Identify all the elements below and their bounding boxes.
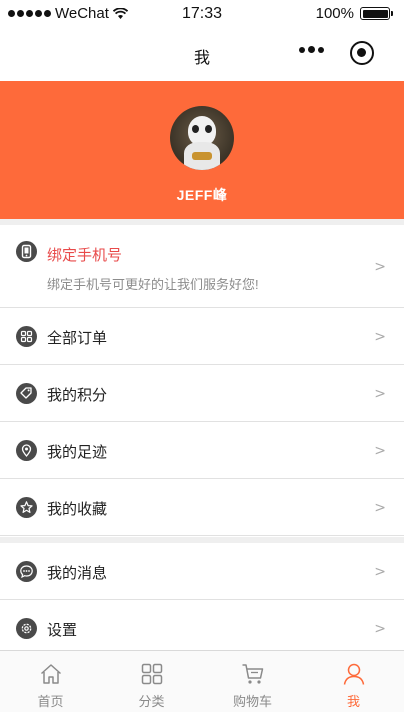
grid-icon bbox=[16, 326, 37, 347]
page-title: 我 bbox=[193, 50, 210, 67]
avatar[interactable] bbox=[170, 106, 234, 170]
menu-item-footprint[interactable]: 我的足迹 > bbox=[0, 422, 404, 479]
phone-icon bbox=[16, 241, 37, 262]
gear-icon bbox=[16, 618, 37, 639]
more-dots-icon[interactable] bbox=[299, 46, 324, 53]
menu-item-label: 全部订单 bbox=[47, 330, 108, 347]
chevron-right-icon: > bbox=[374, 621, 386, 637]
menu-item-label: 我的收藏 bbox=[47, 501, 108, 518]
profile-header: JEFF峰 bbox=[0, 81, 404, 219]
tab-category[interactable]: 分类 bbox=[101, 651, 202, 712]
battery-percent: 100% bbox=[315, 5, 354, 22]
tab-label: 分类 bbox=[138, 694, 165, 709]
chevron-right-icon: > bbox=[374, 500, 386, 516]
user-icon bbox=[343, 663, 364, 685]
chevron-right-icon: > bbox=[374, 386, 386, 402]
tab-label: 购物车 bbox=[232, 694, 272, 709]
tab-label: 首页 bbox=[37, 694, 64, 709]
capsule-close-icon[interactable] bbox=[350, 41, 374, 65]
chevron-right-icon: > bbox=[374, 259, 386, 275]
home-icon bbox=[40, 664, 61, 684]
menu-item-points[interactable]: 我的积分 > bbox=[0, 365, 404, 422]
message-icon bbox=[16, 561, 37, 582]
nav-bar: 我 bbox=[0, 28, 404, 80]
bind-phone-label: 绑定手机号 bbox=[47, 247, 123, 264]
menu-item-label: 我的足迹 bbox=[47, 444, 108, 461]
status-bar: WeChat 17:33 100% bbox=[0, 0, 404, 28]
menu-item-label: 设置 bbox=[47, 622, 78, 639]
cart-icon bbox=[242, 664, 263, 684]
bind-phone-row[interactable]: 绑定手机号 绑定手机号可更好的让我们服务好您! > bbox=[0, 225, 404, 308]
tag-icon bbox=[16, 383, 37, 404]
chevron-right-icon: > bbox=[374, 443, 386, 459]
tab-me[interactable]: 我 bbox=[303, 651, 404, 712]
menu-item-settings[interactable]: 设置 > bbox=[0, 600, 404, 650]
menu-item-all-orders[interactable]: 全部订单 > bbox=[0, 308, 404, 365]
category-grid-icon bbox=[141, 663, 162, 685]
chevron-right-icon: > bbox=[374, 564, 386, 580]
menu-item-favorites[interactable]: 我的收藏 > bbox=[0, 479, 404, 536]
battery-icon bbox=[360, 7, 393, 20]
bind-phone-subtitle: 绑定手机号可更好的让我们服务好您! bbox=[47, 277, 259, 292]
tab-cart[interactable]: 购物车 bbox=[202, 651, 303, 712]
location-pin-icon bbox=[16, 440, 37, 461]
tab-bar: 首页 分类 购物车 我 bbox=[0, 650, 404, 712]
username: JEFF峰 bbox=[176, 187, 228, 203]
menu-item-label: 我的消息 bbox=[47, 565, 108, 582]
battery-status: 100% bbox=[315, 5, 393, 22]
tab-label: 我 bbox=[346, 694, 360, 709]
tab-home[interactable]: 首页 bbox=[0, 651, 101, 712]
menu-item-label: 我的积分 bbox=[47, 387, 108, 404]
menu-item-messages[interactable]: 我的消息 > bbox=[0, 543, 404, 600]
chevron-right-icon: > bbox=[374, 329, 386, 345]
star-icon bbox=[16, 497, 37, 518]
